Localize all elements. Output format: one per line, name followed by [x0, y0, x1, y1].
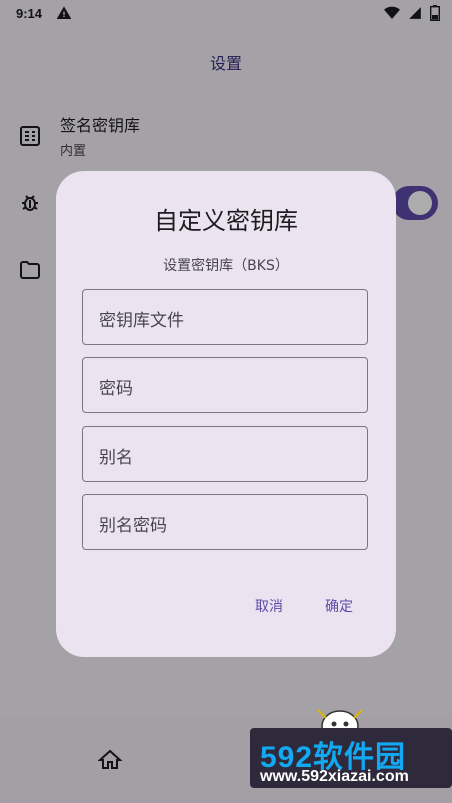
- alias-password-label: 别名密码: [99, 516, 167, 536]
- cancel-button[interactable]: 取消: [255, 596, 283, 616]
- dialog-subtitle: 设置密钥库（BKS）: [163, 258, 289, 274]
- alias-field[interactable]: 别名: [82, 426, 368, 482]
- watermark-logo: 592软件园 www.592xiazai.com: [250, 728, 452, 788]
- alias-label: 别名: [99, 448, 133, 468]
- keystore-file-label: 密钥库文件: [99, 311, 184, 331]
- password-label: 密码: [99, 379, 133, 399]
- keystore-file-field[interactable]: 密钥库文件: [82, 289, 368, 345]
- watermark-url: www.592xiazai.com: [260, 768, 409, 785]
- confirm-button[interactable]: 确定: [325, 596, 353, 616]
- password-field[interactable]: 密码: [82, 357, 368, 413]
- dialog-title: 自定义密钥库: [154, 207, 298, 235]
- custom-keystore-dialog: 自定义密钥库 设置密钥库（BKS） 密钥库文件 密码 别名 别名密码 取消 确定: [56, 171, 396, 657]
- alias-password-field[interactable]: 别名密码: [82, 494, 368, 550]
